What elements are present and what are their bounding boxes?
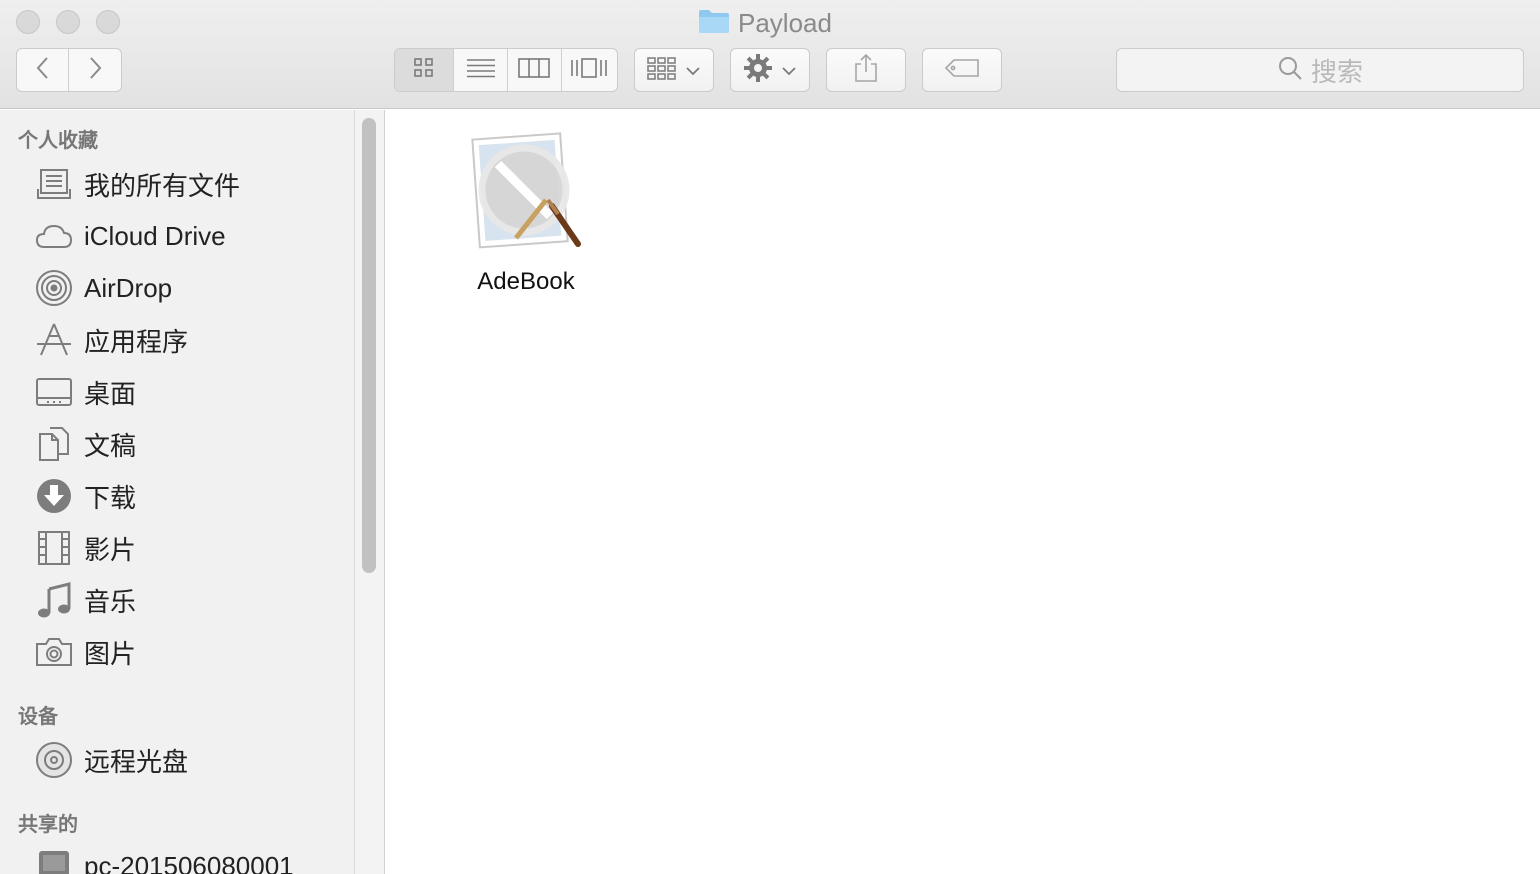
sidebar-item-applications[interactable]: 应用程序	[0, 316, 354, 364]
gear-icon	[743, 53, 773, 87]
chevron-down-icon	[781, 61, 797, 80]
disc-icon	[34, 740, 74, 780]
share-icon	[853, 53, 879, 87]
action-menu-button[interactable]	[730, 48, 810, 92]
all-files-icon	[34, 164, 74, 204]
sidebar-item-label: 音乐	[84, 586, 137, 617]
sidebar-item-label: iCloud Drive	[84, 220, 226, 251]
search-field[interactable]: 搜索	[1116, 48, 1524, 92]
movies-icon	[34, 528, 74, 568]
chevron-left-icon	[35, 55, 51, 85]
documents-icon	[34, 424, 74, 464]
tag-icon	[944, 58, 980, 82]
window-toolbar: Payload 搜索	[0, 0, 1540, 109]
cover-flow-icon	[570, 57, 608, 83]
close-window-button[interactable]	[16, 10, 40, 34]
folder-icon	[698, 8, 730, 38]
sidebar-item-label: pc-201506080001	[84, 850, 294, 874]
file-item[interactable]: AdeBook	[466, 128, 586, 296]
sidebar-item-movies[interactable]: 影片	[0, 524, 354, 572]
view-mode-control	[394, 48, 618, 92]
sidebar-item-label: 应用程序	[84, 326, 189, 357]
arrange-grid-icon	[647, 56, 677, 84]
sidebar-item-label: 文稿	[84, 430, 137, 461]
computer-icon	[34, 846, 74, 874]
sidebar-item-desktop[interactable]: 桌面	[0, 368, 354, 416]
sidebar-item-music[interactable]: 音乐	[0, 576, 354, 624]
forward-button[interactable]	[69, 49, 121, 91]
sidebar-item-icloud-drive[interactable]: iCloud Drive	[0, 212, 354, 260]
sidebar-item-all-files[interactable]: 我的所有文件	[0, 160, 354, 208]
sidebar: 个人收藏 我的所有文件 iCloud Drive AirDrop 应用程序 桌面…	[0, 110, 355, 874]
sidebar-item-pictures[interactable]: 图片	[0, 628, 354, 676]
search-placeholder: 搜索	[1310, 57, 1363, 88]
sidebar-item-label: 下载	[84, 482, 137, 513]
download-icon	[34, 476, 74, 516]
camera-icon	[34, 632, 74, 672]
minimize-window-button[interactable]	[56, 10, 80, 34]
search-icon	[1277, 55, 1303, 85]
back-button[interactable]	[17, 49, 70, 91]
desktop-icon	[34, 372, 74, 412]
navigation-buttons	[16, 48, 122, 92]
list-view-button[interactable]	[454, 49, 508, 91]
applications-icon	[34, 320, 74, 360]
prohibited-app-icon	[468, 128, 584, 256]
sidebar-section-devices: 设备	[18, 704, 58, 728]
icon-view-icon	[413, 57, 435, 83]
sidebar-item-label: 远程光盘	[84, 746, 189, 777]
tag-button[interactable]	[922, 48, 1002, 92]
sidebar-section-favorites: 个人收藏	[18, 128, 98, 152]
column-view-icon	[518, 58, 551, 82]
sidebar-item-documents[interactable]: 文稿	[0, 420, 354, 468]
sidebar-item-downloads[interactable]: 下载	[0, 472, 354, 520]
sidebar-item-airdrop[interactable]: AirDrop	[0, 264, 354, 312]
icon-view-button[interactable]	[395, 49, 455, 91]
share-button[interactable]	[826, 48, 906, 92]
chevron-down-icon	[685, 61, 701, 80]
cover-flow-button[interactable]	[562, 49, 618, 91]
sidebar-item-label: 影片	[84, 534, 137, 565]
cloud-icon	[34, 216, 74, 256]
music-icon	[34, 580, 74, 620]
file-browser-content: AdeBook	[386, 110, 1540, 874]
zoom-window-button[interactable]	[96, 10, 120, 34]
sidebar-item-label: 我的所有文件	[84, 170, 241, 201]
file-name: AdeBook	[477, 268, 575, 295]
sidebar-scrollbar[interactable]	[355, 110, 385, 874]
arrange-button[interactable]	[634, 48, 714, 92]
list-view-icon	[466, 58, 495, 82]
column-view-button[interactable]	[508, 49, 562, 91]
chevron-right-icon	[87, 55, 103, 85]
sidebar-section-shared: 共享的	[18, 812, 78, 836]
sidebar-item-shared-pc[interactable]: pc-201506080001	[0, 842, 354, 874]
sidebar-item-remote-disc[interactable]: 远程光盘	[0, 736, 354, 784]
sidebar-item-label: AirDrop	[84, 272, 173, 303]
window-title-text: Payload	[738, 7, 832, 38]
airdrop-icon	[34, 268, 74, 308]
sidebar-scrollbar-thumb[interactable]	[362, 118, 376, 573]
sidebar-item-label: 桌面	[84, 378, 137, 409]
sidebar-item-label: 图片	[84, 638, 137, 669]
window-title: Payload	[698, 6, 832, 40]
